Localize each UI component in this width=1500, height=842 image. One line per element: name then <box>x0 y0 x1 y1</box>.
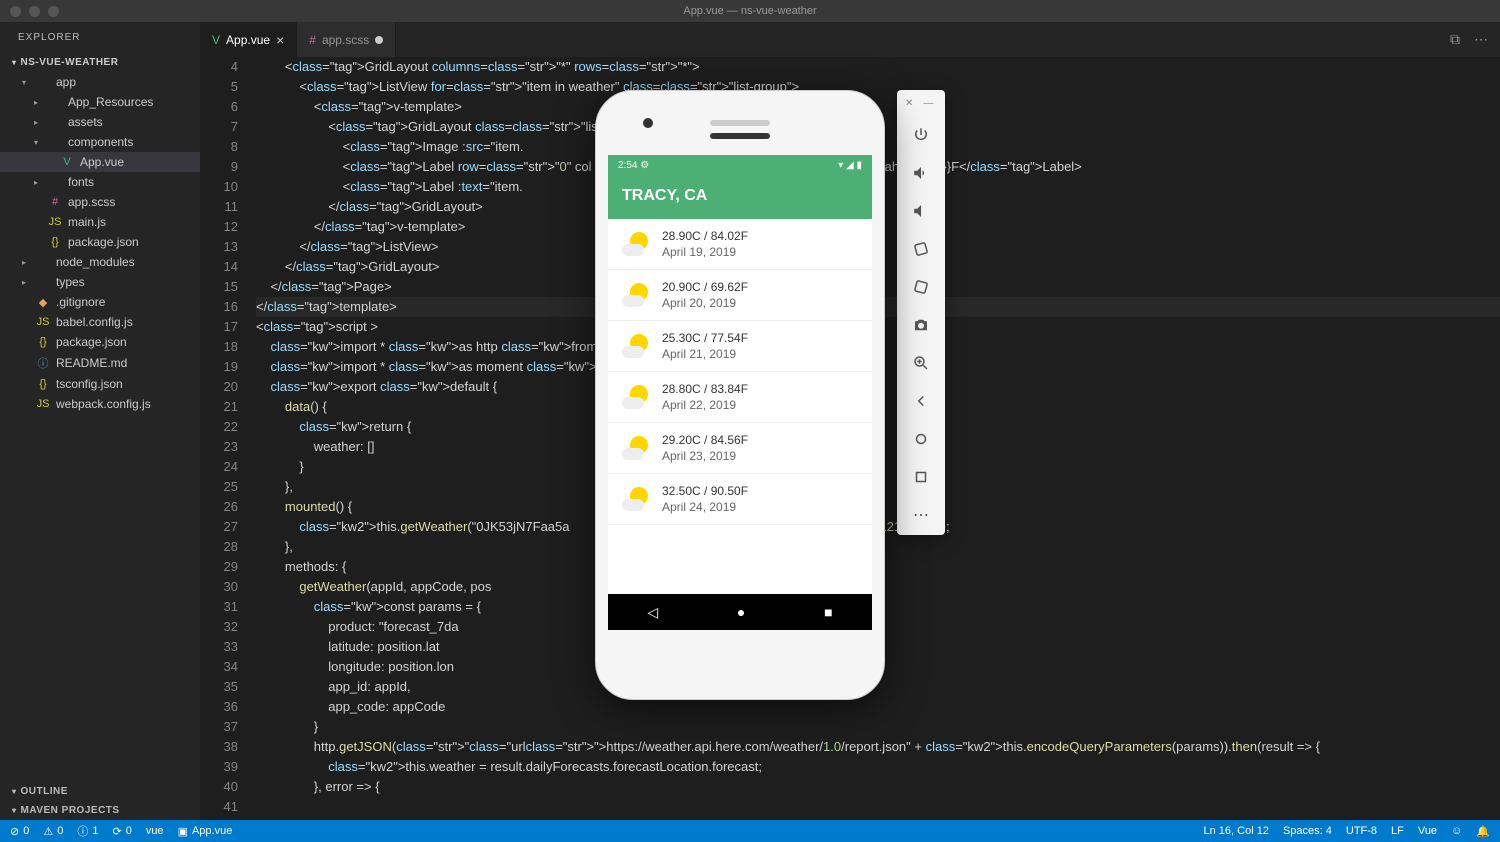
camera-icon[interactable] <box>909 313 933 337</box>
editor-tab[interactable]: VApp.vue× <box>200 22 297 57</box>
phone-status-bar: 2:54 ⚙ ▾ ◢ ▮ <box>608 155 872 175</box>
file-tree: ▾app▸App_Resources▸assets▾componentsVApp… <box>0 72 200 414</box>
weather-icon <box>622 383 650 411</box>
nav-home-icon[interactable]: ● <box>737 604 745 620</box>
emulator-toolbar: ✕ — ⋯ <box>897 90 945 535</box>
window-controls[interactable] <box>10 6 59 17</box>
weather-icon <box>622 485 650 513</box>
status-warnings[interactable]: ⚠ 0 <box>43 825 63 838</box>
weather-icon <box>622 281 650 309</box>
file-tree-item[interactable]: ▸types <box>0 272 200 292</box>
status-lang-icon[interactable]: vue <box>146 825 164 837</box>
weather-icon <box>622 332 650 360</box>
app-title: TRACY, CA <box>608 175 872 219</box>
rotate-left-icon[interactable] <box>909 237 933 261</box>
file-tree-item[interactable]: VApp.vue <box>0 152 200 172</box>
phone-screen[interactable]: 2:54 ⚙ ▾ ◢ ▮ TRACY, CA 28.90C / 84.02FAp… <box>608 155 872 630</box>
editor-tabs: VApp.vue×#app.scss ⧉ ⋯ <box>200 22 1500 57</box>
android-emulator: 2:54 ⚙ ▾ ◢ ▮ TRACY, CA 28.90C / 84.02FAp… <box>595 90 945 700</box>
file-tree-item[interactable]: ▾components <box>0 132 200 152</box>
status-cursor[interactable]: Ln 16, Col 12 <box>1204 825 1269 838</box>
file-tree-item[interactable]: {}package.json <box>0 332 200 352</box>
file-tree-item[interactable]: JSwebpack.config.js <box>0 394 200 414</box>
outline-header[interactable]: OUTLINE <box>0 782 200 801</box>
status-language[interactable]: Vue <box>1418 825 1437 838</box>
file-tree-item[interactable]: JSbabel.config.js <box>0 312 200 332</box>
weather-icon <box>622 230 650 258</box>
file-tree-item[interactable]: #app.scss <box>0 192 200 212</box>
file-tree-item[interactable]: ▸node_modules <box>0 252 200 272</box>
file-tree-item[interactable]: ⓘREADME.md <box>0 352 200 374</box>
status-encoding[interactable]: UTF-8 <box>1346 825 1377 838</box>
status-info[interactable]: ⓘ 1 <box>77 823 98 839</box>
nav-back-icon[interactable]: ◁ <box>647 604 658 621</box>
weather-item[interactable]: 20.90C / 69.62FApril 20, 2019 <box>608 270 872 321</box>
phone-nav-bar: ◁ ● ■ <box>608 594 872 630</box>
split-editor-icon[interactable]: ⧉ <box>1450 31 1460 48</box>
home-icon[interactable] <box>909 427 933 451</box>
file-tree-item[interactable]: JSmain.js <box>0 212 200 232</box>
weather-item[interactable]: 25.30C / 77.54FApril 21, 2019 <box>608 321 872 372</box>
status-spaces[interactable]: Spaces: 4 <box>1283 825 1332 838</box>
back-icon[interactable] <box>909 389 933 413</box>
close-tab-icon[interactable]: × <box>276 32 284 48</box>
status-bell-icon[interactable]: 🔔 <box>1476 825 1490 838</box>
line-gutter: 4567891011121314151617181920212223242526… <box>200 57 256 820</box>
phone-frame: 2:54 ⚙ ▾ ◢ ▮ TRACY, CA 28.90C / 84.02FAp… <box>595 90 885 700</box>
weather-item[interactable]: 32.50C / 90.50FApril 24, 2019 <box>608 474 872 525</box>
minimize-window-button[interactable] <box>29 6 40 17</box>
maven-header[interactable]: MAVEN PROJECTS <box>0 801 200 820</box>
zoom-icon[interactable] <box>909 351 933 375</box>
file-tree-item[interactable]: ▸fonts <box>0 172 200 192</box>
weather-item[interactable]: 28.80C / 83.84FApril 22, 2019 <box>608 372 872 423</box>
file-tree-item[interactable]: ▸App_Resources <box>0 92 200 112</box>
status-bar: ⊘ 0 ⚠ 0 ⓘ 1 ⟳ 0 vue ▣ App.vue Ln 16, Col… <box>0 820 1500 842</box>
more-actions-icon[interactable]: ⋯ <box>1474 31 1488 48</box>
window-title: App.vue — ns-vue-weather <box>683 5 816 17</box>
status-port[interactable]: ⟳ 0 <box>112 825 131 838</box>
volume-up-icon[interactable] <box>909 161 933 185</box>
emu-close-icon[interactable]: ✕ <box>905 98 913 109</box>
file-tree-item[interactable]: ▾app <box>0 72 200 92</box>
weather-icon <box>622 434 650 462</box>
status-eol[interactable]: LF <box>1391 825 1404 838</box>
close-window-button[interactable] <box>10 6 21 17</box>
status-errors[interactable]: ⊘ 0 <box>10 825 29 838</box>
sidebar: EXPLORER NS-VUE-WEATHER ▾app▸App_Resourc… <box>0 22 200 820</box>
volume-down-icon[interactable] <box>909 199 933 223</box>
weather-item[interactable]: 28.90C / 84.02FApril 19, 2019 <box>608 219 872 270</box>
power-icon[interactable] <box>909 123 933 147</box>
nav-overview-icon[interactable]: ■ <box>824 604 832 620</box>
weather-list[interactable]: 28.90C / 84.02FApril 19, 201920.90C / 69… <box>608 219 872 525</box>
emu-minimize-icon[interactable]: — <box>923 98 933 109</box>
status-file[interactable]: ▣ App.vue <box>178 825 233 838</box>
maximize-window-button[interactable] <box>48 6 59 17</box>
explorer-title: EXPLORER <box>0 22 200 53</box>
file-tree-item[interactable]: ◆.gitignore <box>0 292 200 312</box>
editor-tab[interactable]: #app.scss <box>297 22 396 57</box>
file-tree-item[interactable]: {}package.json <box>0 232 200 252</box>
file-tree-item[interactable]: {}tsconfig.json <box>0 374 200 394</box>
status-feedback-icon[interactable]: ☺ <box>1451 825 1462 838</box>
file-tree-item[interactable]: ▸assets <box>0 112 200 132</box>
more-icon[interactable]: ⋯ <box>909 503 933 527</box>
overview-icon[interactable] <box>909 465 933 489</box>
window-titlebar: App.vue — ns-vue-weather <box>0 0 1500 22</box>
rotate-right-icon[interactable] <box>909 275 933 299</box>
project-header[interactable]: NS-VUE-WEATHER <box>0 53 200 72</box>
weather-item[interactable]: 29.20C / 84.56FApril 23, 2019 <box>608 423 872 474</box>
